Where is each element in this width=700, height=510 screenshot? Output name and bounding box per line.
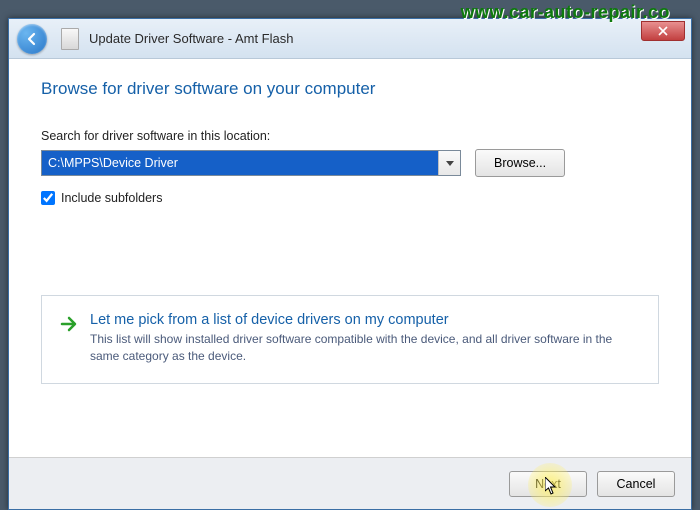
window-title: Update Driver Software - Amt Flash	[89, 31, 293, 46]
include-subfolders-label: Include subfolders	[61, 191, 162, 205]
driver-update-window: Update Driver Software - Amt Flash Brows…	[8, 18, 692, 510]
app-icon	[61, 28, 79, 50]
close-button[interactable]	[641, 21, 685, 41]
path-input-row: C:\MPPS\Device Driver Browse...	[41, 149, 659, 177]
include-subfolders-row[interactable]: Include subfolders	[41, 191, 659, 205]
search-location-label: Search for driver software in this locat…	[41, 129, 659, 143]
option-text: Let me pick from a list of device driver…	[90, 312, 640, 365]
watermark-text: www.car-auto-repair.co	[461, 2, 670, 23]
path-value: C:\MPPS\Device Driver	[42, 151, 438, 175]
include-subfolders-checkbox[interactable]	[41, 191, 55, 205]
combo-dropdown-arrow[interactable]	[438, 151, 460, 175]
chevron-down-icon	[446, 161, 454, 166]
page-heading: Browse for driver software on your compu…	[41, 79, 659, 99]
content-area: Browse for driver software on your compu…	[9, 59, 691, 457]
browse-button[interactable]: Browse...	[475, 149, 565, 177]
back-arrow-icon	[24, 31, 40, 47]
arrow-right-icon	[60, 315, 78, 333]
option-title: Let me pick from a list of device driver…	[90, 312, 640, 328]
pick-from-list-option[interactable]: Let me pick from a list of device driver…	[41, 295, 659, 384]
cancel-button[interactable]: Cancel	[597, 471, 675, 497]
option-description: This list will show installed driver sof…	[90, 331, 640, 365]
next-button[interactable]: Next	[509, 471, 587, 497]
titlebar: Update Driver Software - Amt Flash	[9, 19, 691, 59]
back-button[interactable]	[17, 24, 47, 54]
path-combobox[interactable]: C:\MPPS\Device Driver	[41, 150, 461, 176]
close-icon	[658, 26, 668, 36]
next-button-label: Next	[535, 477, 561, 491]
footer-buttons: Next Cancel	[9, 457, 691, 509]
